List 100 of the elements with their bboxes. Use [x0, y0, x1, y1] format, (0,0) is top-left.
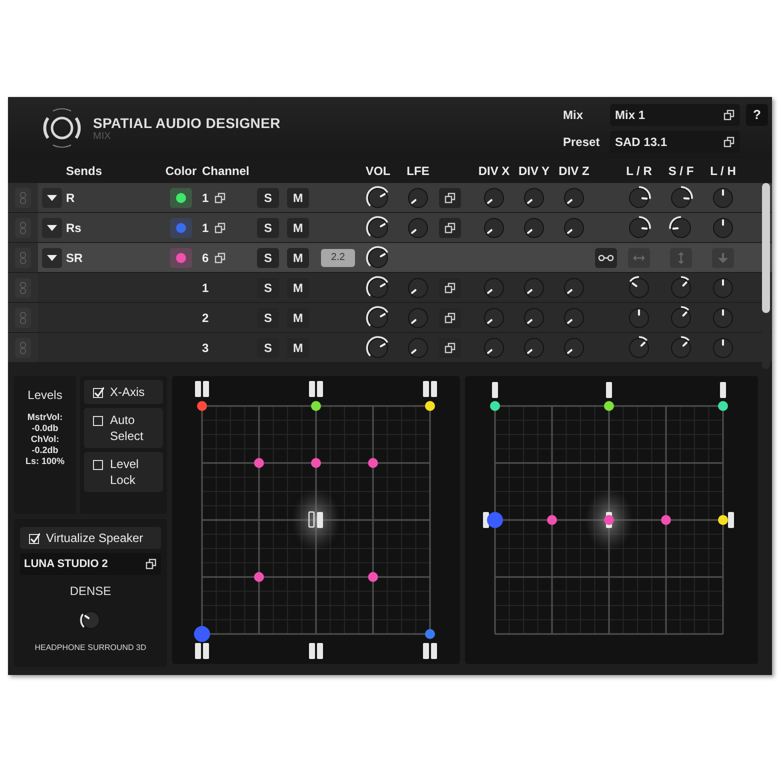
speaker-dot[interactable] — [311, 401, 321, 411]
knob[interactable] — [365, 304, 391, 330]
speaker-dot[interactable] — [604, 515, 614, 525]
knob[interactable] — [668, 274, 694, 300]
speaker-icon — [728, 512, 734, 528]
copy-button[interactable] — [439, 338, 461, 358]
column-header: LFE — [406, 163, 430, 180]
knob[interactable] — [668, 304, 694, 330]
copy-icon[interactable] — [214, 252, 226, 264]
knob[interactable] — [365, 244, 391, 270]
knob[interactable] — [626, 214, 652, 240]
device-dropdown[interactable]: LUNA STUDIO 2 — [20, 553, 161, 575]
knob[interactable] — [626, 334, 652, 360]
preset-dropdown[interactable]: Mix 1 — [610, 104, 740, 126]
copy-button[interactable] — [439, 308, 461, 328]
knob[interactable] — [365, 274, 391, 300]
speaker-dot[interactable] — [425, 629, 435, 639]
color-swatch[interactable] — [170, 218, 192, 238]
speaker-dot[interactable] — [368, 572, 378, 582]
solo-button[interactable]: S — [257, 338, 279, 358]
caret-button[interactable] — [42, 188, 62, 208]
knob[interactable] — [365, 214, 391, 240]
mute-button[interactable]: M — [287, 188, 309, 208]
caption: HEADPHONE SURROUND 3D — [34, 642, 146, 654]
speaker-dot[interactable] — [311, 458, 321, 468]
help-button[interactable]: ? — [746, 104, 768, 126]
table-row[interactable]: 1 S M — [8, 273, 772, 303]
field-label: Preset — [563, 134, 601, 150]
speaker-icon — [309, 643, 323, 659]
knob[interactable] — [626, 184, 652, 210]
speaker-dot[interactable] — [194, 626, 210, 642]
speaker-dot[interactable] — [368, 458, 378, 468]
send-name: R — [66, 190, 75, 206]
speaker-dot[interactable] — [547, 515, 557, 525]
field-label: Mix — [563, 106, 584, 124]
copy-icon — [444, 192, 456, 204]
option-toggle[interactable]: X-Axis — [84, 380, 163, 404]
speaker-dot[interactable] — [254, 572, 264, 582]
solo-button[interactable]: S — [257, 248, 279, 268]
knob[interactable] — [365, 334, 391, 360]
mute-button[interactable]: M — [287, 338, 309, 358]
speaker-dot[interactable] — [425, 401, 435, 411]
preset-dropdown[interactable]: SAD 13.1 — [610, 130, 740, 152]
knob[interactable] — [365, 184, 391, 210]
channel-number: 1 — [202, 280, 209, 296]
knob[interactable] — [626, 274, 652, 300]
solo-button[interactable]: S — [257, 188, 279, 208]
copy-icon — [723, 108, 735, 120]
caret-button[interactable] — [42, 248, 62, 268]
checkbox[interactable] — [93, 387, 104, 398]
color-swatch[interactable] — [170, 248, 192, 268]
checkbox[interactable] — [93, 415, 104, 426]
table-row[interactable]: SR 6 S M 2.2 — [8, 243, 772, 273]
checkbox[interactable] — [93, 459, 104, 470]
copy-icon — [723, 136, 735, 148]
channel-number: 1 — [202, 190, 209, 206]
scrollbar-thumb[interactable] — [762, 183, 770, 313]
speaker-dot[interactable] — [197, 401, 207, 411]
speaker-dot[interactable] — [718, 401, 728, 411]
virtualize-toggle[interactable]: Virtualize Speaker — [20, 527, 161, 549]
chain-icon — [20, 192, 26, 204]
mute-button[interactable]: M — [287, 308, 309, 328]
column-header: L / R — [626, 163, 652, 180]
table-row[interactable]: 3 S M — [8, 333, 772, 363]
copy-button[interactable] — [439, 278, 461, 298]
option-toggle[interactable]: Level Lock — [84, 452, 163, 492]
mute-button[interactable]: M — [287, 218, 309, 238]
mute-button[interactable]: M — [287, 248, 309, 268]
caret-button[interactable] — [42, 218, 62, 238]
color-swatch[interactable] — [170, 188, 192, 208]
solo-button[interactable]: S — [257, 308, 279, 328]
speaker-dot[interactable] — [661, 515, 671, 525]
column-header: DIV X — [478, 163, 510, 180]
knob[interactable] — [668, 334, 694, 360]
copy-button[interactable] — [439, 188, 461, 208]
knob[interactable] — [668, 214, 694, 240]
table-row[interactable]: R 1 S M — [8, 183, 772, 213]
copy-icon[interactable] — [214, 222, 226, 234]
speaker-dot[interactable] — [604, 401, 614, 411]
mute-button[interactable]: M — [287, 278, 309, 298]
speaker-dot[interactable] — [254, 458, 264, 468]
copy-icon[interactable] — [214, 192, 226, 204]
table-row[interactable]: Rs 1 S M — [8, 213, 772, 243]
chain-icon — [20, 342, 26, 354]
solo-button[interactable]: S — [257, 278, 279, 298]
column-header: S / F — [668, 163, 694, 180]
checkbox[interactable] — [29, 532, 40, 544]
solo-button[interactable]: S — [257, 218, 279, 238]
speaker-dot[interactable] — [487, 512, 503, 528]
horizontal-arrows-icon — [633, 254, 645, 262]
level-reading: Ls: 100% — [25, 456, 65, 467]
copy-button[interactable] — [439, 218, 461, 238]
option-toggle[interactable]: Auto Select — [84, 408, 163, 448]
chain-icon — [20, 312, 26, 324]
knob[interactable] — [668, 184, 694, 210]
speaker-dot[interactable] — [718, 515, 728, 525]
table-row[interactable]: 2 S M — [8, 303, 772, 333]
link-button[interactable] — [595, 248, 617, 268]
scrollbar[interactable] — [762, 183, 770, 369]
speaker-dot[interactable] — [490, 401, 500, 411]
